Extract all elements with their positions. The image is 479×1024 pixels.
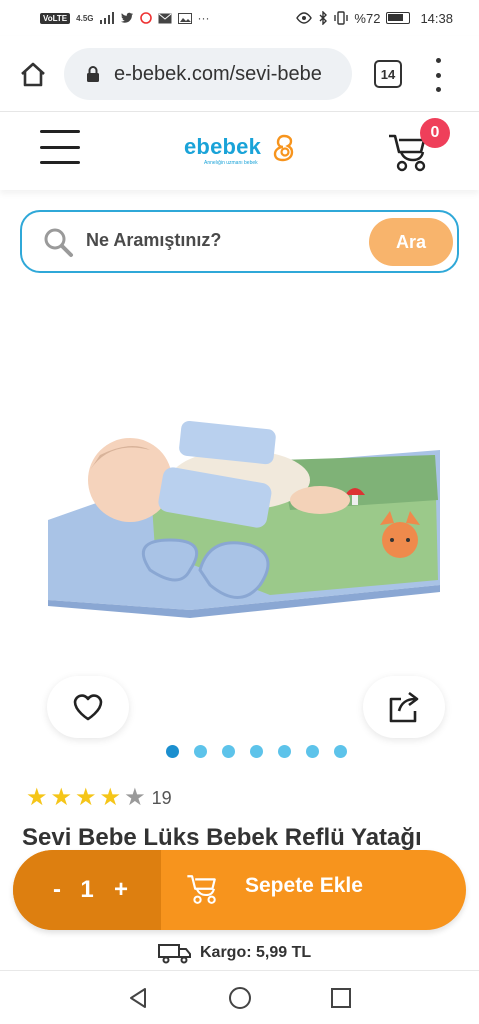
status-bar: VoLTE 4.5G ··· %72 14:38 xyxy=(0,0,479,36)
signal-icon xyxy=(99,12,114,24)
battery-icon xyxy=(386,12,411,24)
back-icon[interactable] xyxy=(128,987,148,1009)
gallery-dot[interactable] xyxy=(166,745,179,758)
search-button[interactable]: Ara xyxy=(369,218,453,266)
browser-menu-button[interactable] xyxy=(432,58,444,92)
battery-percent: %72 xyxy=(354,10,381,26)
search-bar: Ne Aramıştınız? Ara xyxy=(20,210,459,273)
add-to-cart-button[interactable]: Sepete Ekle xyxy=(161,850,466,930)
lock-icon xyxy=(87,66,99,82)
product-title: Sevi Bebe Lüks Bebek Reflü Yatağı xyxy=(22,824,422,850)
home-icon xyxy=(21,62,45,87)
network-indicator: 4.5G xyxy=(76,13,94,23)
logo-mark-icon xyxy=(273,134,294,162)
product-image[interactable] xyxy=(40,400,448,620)
home-button[interactable] xyxy=(18,60,48,90)
logo-tagline: Annelığin uzmanı bebek xyxy=(204,160,258,166)
star-empty-icon: ★ xyxy=(124,784,146,811)
share-icon xyxy=(389,691,419,723)
eye-icon xyxy=(296,12,313,24)
hamburger-line xyxy=(40,130,80,133)
search-icon xyxy=(42,226,74,258)
heart-icon xyxy=(73,694,103,721)
gallery-pagination xyxy=(166,745,347,759)
shipping-cost: Kargo: 5,99 TL xyxy=(200,944,312,961)
twitter-icon xyxy=(120,12,133,23)
star-filled-icon: ★ xyxy=(75,784,97,811)
tab-switcher-button[interactable]: 14 xyxy=(374,60,402,88)
truck-icon xyxy=(158,944,191,964)
star-filled-icon: ★ xyxy=(50,784,73,811)
system-nav-bar xyxy=(0,970,479,1024)
site-logo[interactable]: ebebek Annelığin uzmanı bebek xyxy=(184,134,296,170)
home-nav-icon[interactable] xyxy=(228,986,252,1010)
quantity-decrease-button[interactable]: - xyxy=(47,872,67,908)
cart-count-badge: 0 xyxy=(420,118,450,148)
recents-icon[interactable] xyxy=(331,988,351,1008)
logo-text: ebebek xyxy=(184,134,262,159)
hamburger-line xyxy=(40,161,80,164)
add-to-cart-label: Sepete Ekle xyxy=(245,874,363,897)
site-header: ebebek Annelığin uzmanı bebek xyxy=(0,112,479,190)
browser-toolbar: e-bebek.com/sevi-bebe 14 xyxy=(0,36,479,112)
gallery-icon xyxy=(177,12,192,24)
bluetooth-icon xyxy=(319,11,328,25)
gallery-dot[interactable] xyxy=(278,745,291,758)
clock: 14:38 xyxy=(420,10,453,26)
volte-indicator: VoLTE xyxy=(40,12,71,24)
add-to-cart-bar: - 1 + Sepete Ekle xyxy=(13,850,466,930)
search-input[interactable]: Ne Aramıştınız? xyxy=(86,230,221,251)
shipping-info: Kargo: 5,99 TL xyxy=(158,940,311,966)
quantity-increase-button[interactable]: + xyxy=(109,872,133,908)
favorite-button[interactable] xyxy=(47,676,129,738)
review-count: 19 xyxy=(151,787,172,808)
star-filled-icon: ★ xyxy=(26,784,48,811)
hamburger-menu-button[interactable] xyxy=(40,130,80,164)
mail-icon xyxy=(158,13,171,23)
address-bar[interactable]: e-bebek.com/sevi-bebe xyxy=(64,48,352,100)
vodafone-icon xyxy=(139,12,152,24)
menu-dot xyxy=(435,72,441,78)
product-rating[interactable]: ★ ★ ★ ★ ★ 19 xyxy=(26,786,172,810)
gallery-dot[interactable] xyxy=(306,745,319,758)
gallery-dot[interactable] xyxy=(194,745,207,758)
gallery-dot[interactable] xyxy=(334,745,347,758)
quantity-value: 1 xyxy=(80,876,94,903)
star-filled-icon: ★ xyxy=(99,784,122,811)
status-left: VoLTE 4.5G ··· xyxy=(40,9,210,27)
vibrate-icon xyxy=(334,11,349,25)
stroller-cart-icon xyxy=(185,870,221,906)
menu-dot xyxy=(435,87,441,92)
hamburger-line xyxy=(40,145,80,149)
share-button[interactable] xyxy=(363,676,445,738)
more-notifications: ··· xyxy=(197,11,210,25)
quantity-stepper: - 1 + xyxy=(13,850,161,930)
url-text: e-bebek.com/sevi-bebe xyxy=(114,62,322,85)
menu-dot xyxy=(435,58,441,63)
gallery-dot[interactable] xyxy=(222,745,235,758)
status-right: %72 14:38 xyxy=(296,9,453,27)
gallery-dot[interactable] xyxy=(250,745,263,758)
